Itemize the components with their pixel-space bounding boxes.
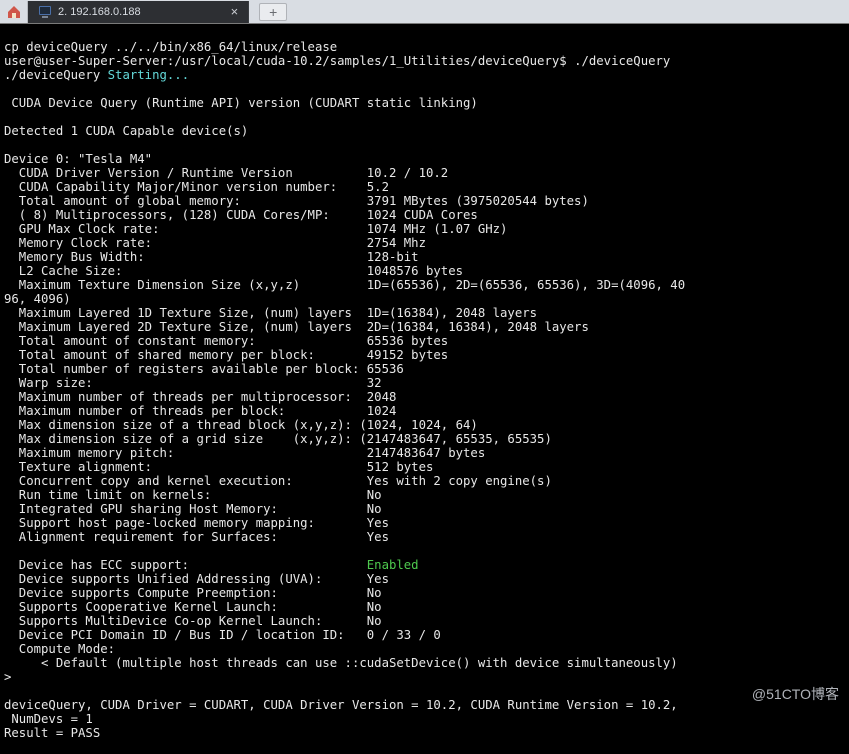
term-line: NumDevs = 1 (4, 712, 93, 726)
term-line: Total amount of global memory: 3791 MByt… (4, 194, 589, 208)
term-line: user@user-Super-Server:/usr/local/cuda-1… (4, 54, 670, 68)
term-line: Support host page-locked memory mapping:… (4, 516, 389, 530)
term-line: Integrated GPU sharing Host Memory: No (4, 502, 382, 516)
device-info-block-2: Device supports Unified Addressing (UVA)… (4, 572, 849, 740)
tab-bar: 2. 192.168.0.188 × + (0, 0, 849, 24)
term-line: Concurrent copy and kernel execution: Ye… (4, 474, 552, 488)
term-line: Memory Clock rate: 2754 Mhz (4, 236, 426, 250)
term-line: L2 Cache Size: 1048576 bytes (4, 264, 463, 278)
term-line: Maximum Texture Dimension Size (x,y,z) 1… (4, 278, 685, 292)
term-line: Run time limit on kernels: No (4, 488, 382, 502)
term-line: Compute Mode: (4, 642, 115, 656)
term-line: Supports Cooperative Kernel Launch: No (4, 600, 382, 614)
term-line: Max dimension size of a grid size (x,y,z… (4, 432, 552, 446)
term-line: Total amount of constant memory: 65536 b… (4, 334, 448, 348)
term-line: Texture alignment: 512 bytes (4, 460, 433, 474)
term-line: Result = PASS (4, 726, 100, 740)
term-line: Device PCI Domain ID / Bus ID / location… (4, 628, 441, 642)
term-line: Maximum number of threads per multiproce… (4, 390, 396, 404)
term-line: CUDA Capability Major/Minor version numb… (4, 180, 389, 194)
term-line: Warp size: 32 (4, 376, 382, 390)
term-line: Maximum Layered 1D Texture Size, (num) l… (4, 306, 537, 320)
watermark-text: @51CTO博客 (752, 684, 839, 704)
term-line: Total amount of shared memory per block:… (4, 348, 448, 362)
term-line: 96, 4096) (4, 292, 71, 306)
monitor-icon (38, 5, 52, 19)
term-line: > (4, 670, 11, 684)
term-line: Device supports Unified Addressing (UVA)… (4, 572, 389, 586)
term-line: Device has ECC support: Enabled (4, 558, 419, 572)
term-line: Device 0: "Tesla M4" (4, 152, 152, 166)
term-line: Alignment requirement for Surfaces: Yes (4, 530, 389, 544)
term-line: Memory Bus Width: 128-bit (4, 250, 419, 264)
term-line: < Default (multiple host threads can use… (4, 656, 678, 670)
term-line: Maximum memory pitch: 2147483647 bytes (4, 446, 485, 460)
ecc-enabled: Enabled (367, 558, 419, 572)
new-tab-button[interactable]: + (259, 3, 287, 21)
term-line: GPU Max Clock rate: 1074 MHz (1.07 GHz) (4, 222, 507, 236)
term-line: Device supports Compute Preemption: No (4, 586, 382, 600)
term-line: deviceQuery, CUDA Driver = CUDART, CUDA … (4, 698, 678, 712)
terminal-output[interactable]: cp deviceQuery ../../bin/x86_64/linux/re… (0, 24, 849, 754)
term-line: Total number of registers available per … (4, 362, 404, 376)
term-line: Supports MultiDevice Co-op Kernel Launch… (4, 614, 382, 628)
term-line: ./deviceQuery Starting... (4, 68, 189, 82)
term-line: ( 8) Multiprocessors, (128) CUDA Cores/M… (4, 208, 478, 222)
close-icon[interactable]: × (231, 4, 239, 19)
term-line: Maximum Layered 2D Texture Size, (num) l… (4, 320, 589, 334)
terminal-tab[interactable]: 2. 192.168.0.188 × (28, 1, 249, 23)
term-line: CUDA Driver Version / Runtime Version 10… (4, 166, 448, 180)
tab-label: 2. 192.168.0.188 (58, 6, 141, 18)
term-line: Max dimension size of a thread block (x,… (4, 418, 478, 432)
term-line: Detected 1 CUDA Capable device(s) (4, 124, 248, 138)
term-line: cp deviceQuery ../../bin/x86_64/linux/re… (4, 40, 337, 54)
term-line: CUDA Device Query (Runtime API) version … (4, 96, 478, 110)
term-line: Maximum number of threads per block: 102… (4, 404, 396, 418)
device-info-block: CUDA Driver Version / Runtime Version 10… (4, 166, 849, 544)
home-icon[interactable] (0, 1, 28, 23)
